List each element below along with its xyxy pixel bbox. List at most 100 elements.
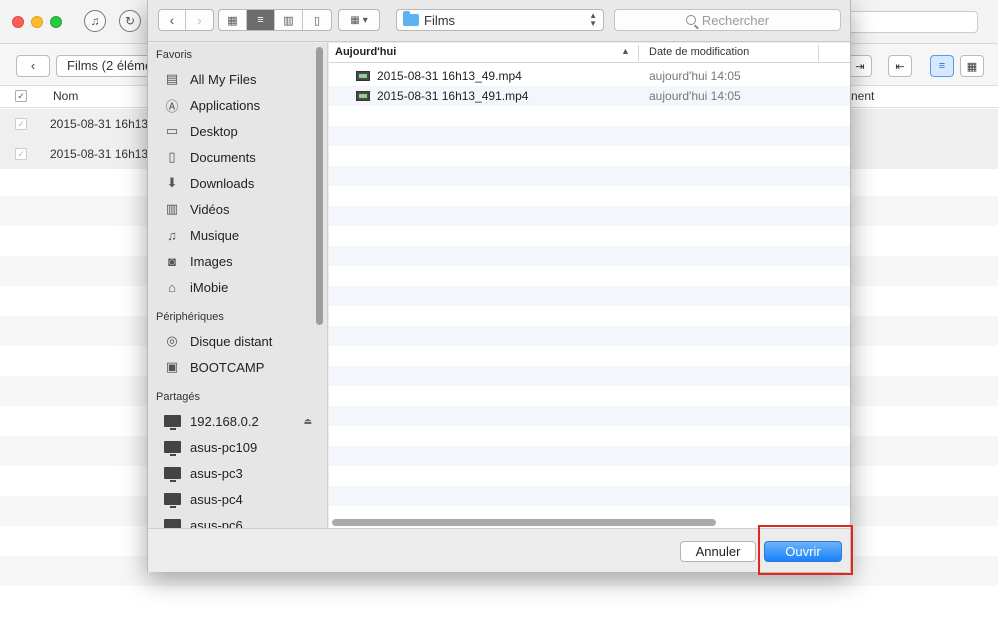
empty-row [329, 486, 850, 506]
column-divider[interactable] [638, 45, 639, 61]
cancel-button[interactable]: Annuler [680, 541, 756, 562]
empty-row [329, 286, 850, 306]
forward-icon[interactable]: › [186, 10, 213, 30]
video-file-icon [356, 71, 370, 81]
row-checkbox[interactable]: ✓ [15, 148, 27, 160]
file-list-header: Aujourd'hui ▲ Date de modification [329, 43, 850, 63]
sidebar-item-remote-disc[interactable]: ◎ Disque distant [162, 330, 312, 352]
back-icon[interactable]: ‹ [159, 10, 186, 30]
sidebar-item-asus-pc6[interactable]: asus-pc6 [162, 514, 312, 528]
sidebar-item-label: 192.168.0.2 [190, 413, 259, 429]
sidebar-item-label: Desktop [190, 123, 238, 139]
empty-row [329, 146, 850, 166]
minimize-window-button[interactable] [31, 16, 43, 28]
app-search-field[interactable] [840, 11, 978, 33]
empty-row [329, 466, 850, 486]
sidebar-item-192-168-0-2[interactable]: 192.168.0.2 ⏏ [162, 410, 312, 432]
monitor-icon [162, 413, 182, 430]
list-view-icon[interactable]: ≡ [930, 55, 954, 77]
column-divider[interactable] [818, 45, 819, 61]
column-view-icon[interactable]: ▥ [275, 10, 303, 30]
column-right[interactable]: nent [851, 89, 874, 103]
sidebar-item-asus-pc4[interactable]: asus-pc4 [162, 488, 312, 510]
app-back-button[interactable]: ‹ [16, 55, 50, 77]
empty-row [329, 226, 850, 246]
row-label: 2015-08-31 16h13 [50, 117, 149, 131]
sidebar-item-label: Vidéos [190, 201, 230, 217]
close-window-button[interactable] [12, 16, 24, 28]
arrange-button[interactable]: ▦ ▾ [338, 9, 380, 31]
sidebar-item-downloads[interactable]: ⬇ Downloads [162, 172, 312, 194]
applications-icon: Ⓐ [165, 98, 179, 114]
app-breadcrumb[interactable]: Films (2 éléme [56, 55, 156, 77]
sidebar-item-videos[interactable]: ▥ Vidéos [162, 198, 312, 220]
video-file-icon [356, 91, 370, 101]
empty-row [329, 106, 850, 126]
open-button-highlight [758, 525, 853, 575]
sidebar-item-asus-pc109[interactable]: asus-pc109 [162, 436, 312, 458]
grid-view-icon[interactable]: ▦ [960, 55, 984, 77]
empty-row [329, 206, 850, 226]
dialog-toolbar: ‹ › ▦ ≡ ▥ ▯ ▦ ▾ Films ▲ ▼ Rechercher [148, 0, 850, 42]
file-date: aujourd'hui 14:05 [649, 69, 741, 83]
sidebar-item-bootcamp[interactable]: ▣ BOOTCAMP [162, 356, 312, 378]
select-all-checkbox[interactable]: ✓ [15, 90, 27, 102]
sort-ascending-icon[interactable]: ▲ [621, 46, 630, 56]
search-placeholder: Rechercher [701, 12, 770, 28]
icon-view-icon[interactable]: ▦ [219, 10, 247, 30]
search-input[interactable]: Rechercher [614, 9, 841, 31]
monitor-icon [162, 465, 182, 482]
location-label: Films [424, 12, 456, 28]
empty-row [329, 186, 850, 206]
sidebar-item-asus-pc3[interactable]: asus-pc3 [162, 462, 312, 484]
sidebar-item-imobie[interactable]: ⌂ iMobie [162, 276, 312, 298]
sidebar-section-shared: Partagés [156, 391, 201, 403]
export-icon[interactable]: ⇥ [848, 55, 872, 77]
sidebar-item-label: asus-pc6 [190, 517, 243, 529]
empty-row [329, 306, 850, 326]
file-name: 2015-08-31 16h13_491.mp4 [377, 89, 529, 103]
horizontal-scrollbar[interactable] [332, 519, 716, 526]
row-label: 2015-08-31 16h13 [50, 147, 149, 161]
music-icon[interactable]: ♫ [84, 10, 106, 32]
folder-icon [403, 11, 419, 26]
column-name[interactable]: Nom [53, 89, 78, 103]
refresh-icon[interactable]: ↻ [119, 10, 141, 32]
coverflow-view-icon[interactable]: ▯ [303, 10, 331, 30]
dialog-footer: Annuler Ouvrir [148, 528, 850, 572]
sidebar-item-all-my-files[interactable]: ▤ All My Files [162, 68, 312, 90]
row-checkbox[interactable]: ✓ [15, 118, 27, 130]
file-row[interactable]: 2015-08-31 16h13_49.mp4 aujourd'hui 14:0… [329, 66, 850, 86]
history-nav: ‹ › [158, 9, 214, 31]
monitor-icon [162, 517, 182, 528]
eject-icon[interactable]: ⏏ [303, 416, 312, 427]
empty-row [329, 266, 850, 286]
import-icon[interactable]: ⇤ [888, 55, 912, 77]
file-name: 2015-08-31 16h13_49.mp4 [377, 69, 522, 83]
empty-row [329, 346, 850, 366]
sidebar-item-desktop[interactable]: ▭ Desktop [162, 120, 312, 142]
sidebar-item-documents[interactable]: ▯ Documents [162, 146, 312, 168]
sidebar-item-label: Documents [190, 149, 256, 165]
empty-row [329, 446, 850, 466]
sidebar-section-favorites: Favoris [156, 49, 193, 61]
zoom-window-button[interactable] [50, 16, 62, 28]
sidebar-item-label: asus-pc4 [190, 491, 243, 507]
column-header-date[interactable]: Date de modification [649, 46, 749, 58]
camera-icon: ◙ [168, 253, 176, 269]
location-popup[interactable]: Films ▲ ▼ [396, 9, 604, 31]
search-icon [685, 15, 696, 25]
file-row[interactable]: 2015-08-31 16h13_491.mp4 aujourd'hui 14:… [329, 86, 850, 106]
all-files-icon: ▤ [165, 71, 179, 86]
downloads-icon: ⬇ [166, 175, 178, 190]
sidebar-item-applications[interactable]: Ⓐ Applications [162, 94, 312, 116]
sidebar-scrollbar[interactable] [316, 47, 323, 325]
sidebar-item-label: Disque distant [190, 333, 273, 349]
chevron-down-icon: ▾ [362, 14, 368, 26]
list-view-icon[interactable]: ≡ [247, 10, 275, 30]
sidebar-item-music[interactable]: ♫ Musique [162, 224, 312, 246]
column-header-name[interactable]: Aujourd'hui [335, 46, 396, 58]
updown-arrows-icon: ▲ ▼ [589, 11, 597, 28]
empty-row [329, 426, 850, 446]
sidebar-item-images[interactable]: ◙ Images [162, 250, 312, 272]
